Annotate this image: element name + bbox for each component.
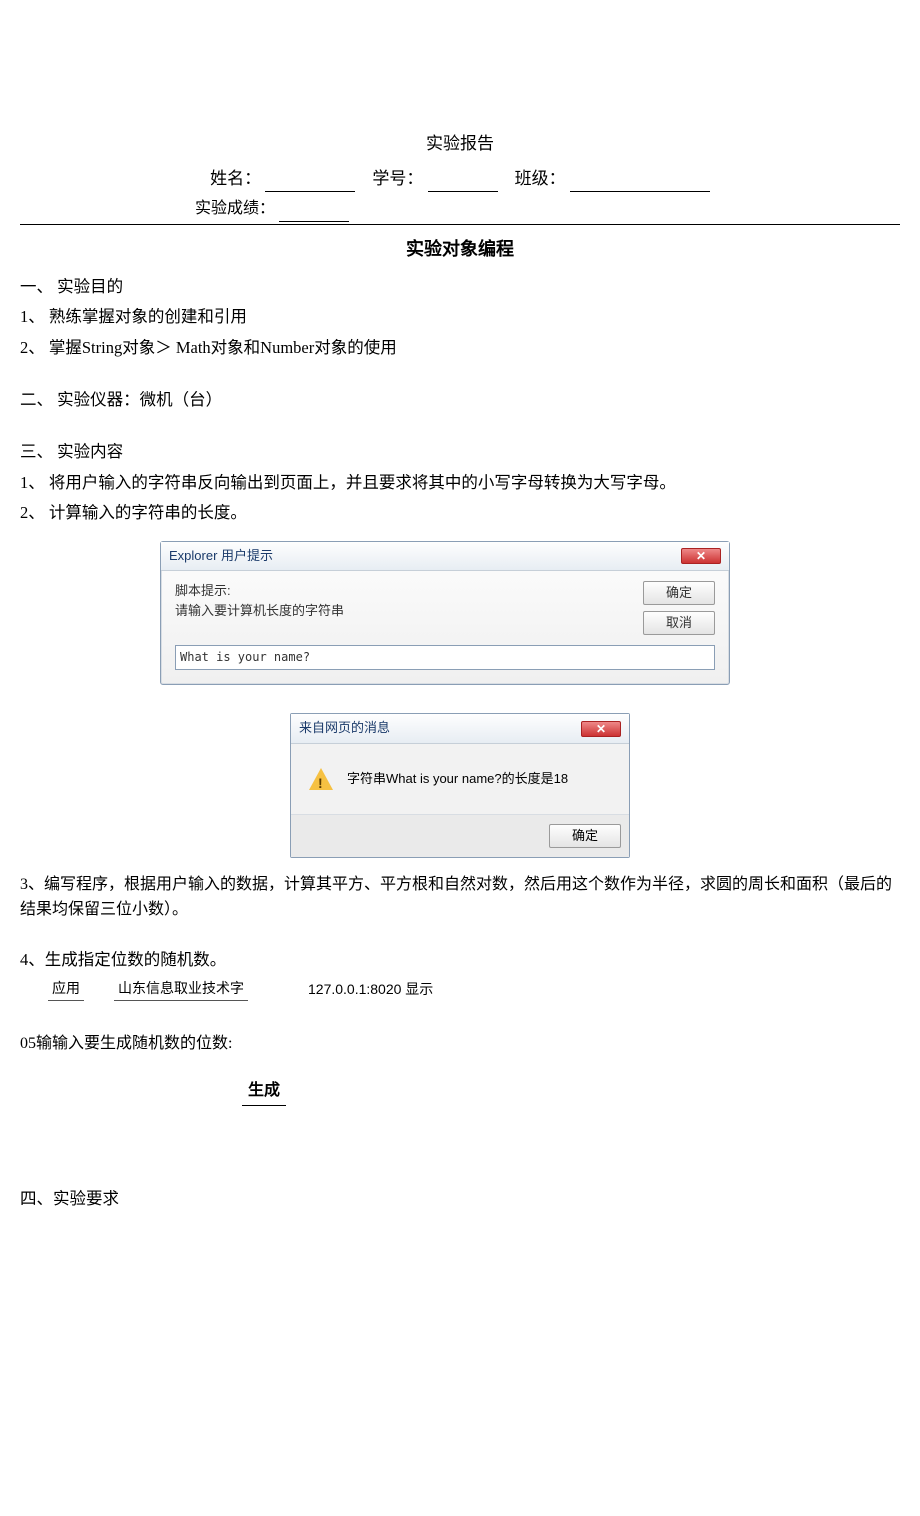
section-requirements: 四、实验要求	[20, 1186, 900, 1212]
cancel-button[interactable]: 取消	[643, 611, 715, 635]
prompt-text: 请输入要计算机长度的字符串	[175, 601, 344, 621]
main-title: 实验对象编程	[20, 235, 900, 264]
prompt-dialog: Explorer 用户提示 ✕ 脚本提示: 请输入要计算机长度的字符串 确定 取…	[160, 541, 730, 686]
sec3-item2: 2、 计算输入的字符串的长度。	[20, 500, 900, 526]
sec2-heading: 二、 实验仪器：微机（台）	[20, 387, 900, 413]
tab-site[interactable]: 山东信息取业技术字	[114, 977, 248, 1000]
score-blank[interactable]	[279, 221, 349, 222]
alert-dialog: 来自网页的消息 ✕ 字符串What is your name?的长度是18 确定	[290, 713, 630, 857]
alert-message: 字符串What is your name?的长度是18	[347, 769, 568, 790]
warning-icon	[309, 768, 333, 790]
id-blank[interactable]	[428, 191, 498, 192]
class-label: 班级：	[515, 169, 566, 188]
ok-button[interactable]: 确定	[549, 824, 621, 848]
close-icon[interactable]: ✕	[681, 548, 721, 564]
script-label: 脚本提示:	[175, 581, 344, 601]
section-content: 三、 实验内容 1、 将用户输入的字符串反向输出到页面上，并且要求将其中的小写字…	[20, 439, 900, 526]
class-blank[interactable]	[570, 191, 710, 192]
dialog1-prompt-text: 脚本提示: 请输入要计算机长度的字符串	[175, 581, 344, 620]
tab-app[interactable]: 应用	[48, 977, 84, 1000]
score-line: 实验成绩：	[195, 196, 900, 222]
browser-tab-row: 应用 山东信息取业技术字 127.0.0.1:8020 显示	[48, 977, 900, 1000]
sec3-item1: 1、 将用户输入的字符串反向输出到页面上，并且要求将其中的小写字母转换为大写字母…	[20, 470, 900, 496]
sec3-item3: 3、编写程序，根据用户输入的数据，计算其平方、平方根和自然对数，然后用这个数作为…	[20, 872, 900, 923]
name-label: 姓名：	[210, 169, 261, 188]
ok-button[interactable]: 确定	[643, 581, 715, 605]
prompt-input[interactable]: What is your name?	[175, 645, 715, 670]
sec1-heading: 一、 实验目的	[20, 274, 900, 300]
dialog2-titlebar: 来自网页的消息 ✕	[291, 714, 629, 744]
id-label: 学号：	[372, 169, 423, 188]
sec4-heading: 四、实验要求	[20, 1186, 900, 1212]
dialog1-titlebar: Explorer 用户提示 ✕	[161, 542, 729, 572]
info-line: 姓名： 学号： 班级：	[20, 165, 900, 192]
report-title: 实验报告	[20, 130, 900, 157]
generate-button[interactable]: 生成	[242, 1078, 286, 1106]
sec1-item2: 2、 掌握String对象＞ Math对象和Number对象的使用	[20, 335, 900, 361]
name-blank[interactable]	[265, 191, 355, 192]
address-display: 127.0.0.1:8020 显示	[308, 978, 433, 1000]
dialog1-title: Explorer 用户提示	[169, 546, 273, 567]
random-prompt-line: 05输输入要生成随机数的位数:	[20, 1031, 900, 1057]
dialog2-title: 来自网页的消息	[299, 718, 390, 739]
sec1-item1: 1、 熟练掌握对象的创建和引用	[20, 304, 900, 330]
close-icon[interactable]: ✕	[581, 721, 621, 737]
divider	[20, 224, 900, 225]
sec3-heading: 三、 实验内容	[20, 439, 900, 465]
score-label: 实验成绩：	[195, 200, 275, 217]
item4-heading: 4、生成指定位数的随机数。	[20, 947, 900, 973]
sec3-item4: 4、生成指定位数的随机数。 应用 山东信息取业技术字 127.0.0.1:802…	[20, 947, 900, 1001]
section-purpose: 一、 实验目的 1、 熟练掌握对象的创建和引用 2、 掌握String对象＞ M…	[20, 274, 900, 361]
section-instrument: 二、 实验仪器：微机（台）	[20, 387, 900, 413]
